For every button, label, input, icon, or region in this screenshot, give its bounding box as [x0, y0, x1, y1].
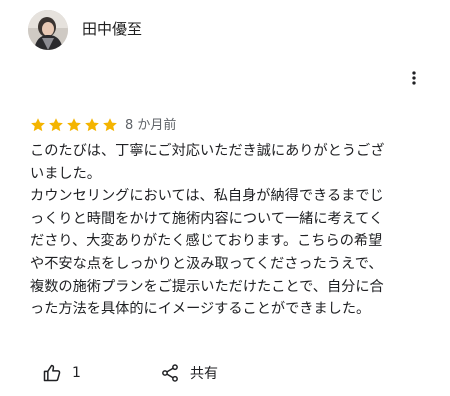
star-rating	[30, 117, 118, 135]
review-line: っくりと時間をかけて施術内容について一緒に考えてく	[30, 210, 384, 227]
reviewer-name[interactable]: 田中優至	[82, 19, 142, 39]
share-icon	[162, 364, 178, 382]
review-date: 8 か月前	[125, 118, 177, 133]
review-line: このたびは、丁寧にご対応いただき誠にありがとうござ	[30, 143, 385, 159]
star-icon	[31, 118, 45, 132]
share-button[interactable]: 共有	[160, 362, 218, 384]
like-count: 1	[72, 365, 81, 381]
more-vert-icon	[412, 71, 416, 85]
more-options-button[interactable]	[404, 68, 428, 92]
review-line: カウンセリングにおいては、私自身が納得できるまでじ	[30, 188, 384, 205]
review-line: ださり、大変ありがたく感じております。こちらの希望	[30, 233, 383, 250]
star-icon	[85, 118, 99, 132]
star-icon	[49, 118, 63, 132]
star-icon	[103, 118, 117, 132]
avatar-photo	[28, 10, 68, 50]
review-text: このたびは、丁寧にご対応いただき誠にありがとうござ いました。カウンセリングにおい…	[30, 140, 430, 321]
thumb-up-icon	[43, 364, 61, 382]
like-button[interactable]: 1	[42, 362, 81, 384]
review-line: った方法を具体的にイメージすることができました。	[30, 301, 371, 318]
share-label: 共有	[190, 366, 218, 382]
reviewer-avatar[interactable]	[28, 10, 68, 50]
review-line: いました。	[30, 165, 101, 182]
review-line: 複数の施術プランをご提示いただけたことで、自分に合	[30, 278, 384, 295]
review-line: や不安な点をしっかりと汲み取ってくださったうえで、	[30, 255, 383, 272]
star-icon	[67, 118, 81, 132]
